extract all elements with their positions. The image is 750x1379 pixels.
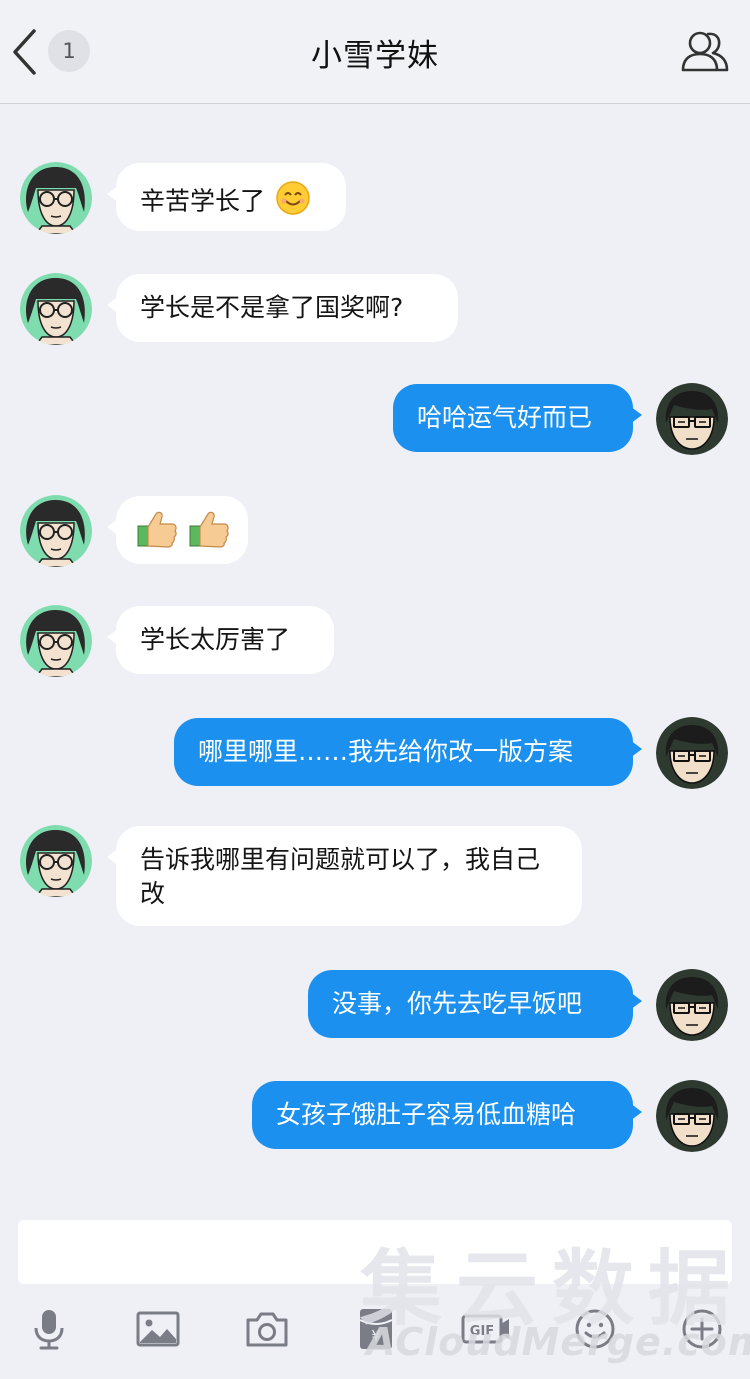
voice-button[interactable] [26,1306,72,1352]
boy-avatar-icon [656,383,728,455]
contact-avatar[interactable] [20,605,92,677]
microphone-icon [34,1310,64,1350]
message-text: 哈哈运气好而已 [417,403,593,432]
girl-avatar-icon [20,495,92,567]
contact-avatar[interactable] [20,495,92,567]
girl-avatar-icon [20,605,92,677]
smiling-face-emoji-icon [275,180,311,225]
camera-button[interactable] [244,1306,290,1352]
message-bubble-incoming[interactable] [107,496,248,564]
message-input[interactable] [18,1220,732,1284]
people-icon [681,31,729,72]
boy-avatar-icon [656,969,728,1041]
own-avatar[interactable] [656,717,728,789]
message-bubble-outgoing[interactable]: 哈哈运气好而已 [393,384,642,452]
own-avatar[interactable] [656,383,728,455]
message-bubble-outgoing[interactable]: 哪里哪里……我先给你改一版方案 [174,718,642,786]
thumbs-up-emoji-icon [136,510,178,557]
camera-icon [246,1312,288,1347]
contact-avatar[interactable] [20,162,92,234]
message-text: 没事，你先去吃早饭吧 [332,989,583,1018]
message-bubble-incoming[interactable]: 告诉我哪里有问题就可以了，我自己改 [107,826,582,926]
contact-avatar[interactable] [20,825,92,897]
own-avatar[interactable] [656,1080,728,1152]
more-button[interactable] [679,1306,725,1352]
plus-icon [682,1309,722,1349]
photo-button[interactable] [135,1306,181,1352]
page-title: 小雪学妹 [311,38,439,74]
svg-text:GIF: GIF [470,1324,494,1339]
group-profile-button[interactable] [680,28,730,74]
message-bubble-incoming[interactable]: 学长是不是拿了国奖啊? [107,274,458,342]
message-text: 辛苦学长了 [140,186,266,216]
svg-text:¥: ¥ [371,1327,381,1345]
chat-header: 1 小雪学妹 [0,0,750,104]
emoji-button[interactable] [572,1306,618,1352]
girl-avatar-icon [20,273,92,345]
message-bubble-outgoing[interactable]: 没事，你先去吃早饭吧 [308,970,642,1038]
message-text: 告诉我哪里有问题就可以了，我自己改 [140,845,541,908]
message-bubble-outgoing[interactable]: 女孩子饿肚子容易低血糖哈 [252,1081,642,1149]
girl-avatar-icon [20,162,92,234]
red-packet-icon: ¥ [359,1309,393,1349]
emoji-icon [575,1309,615,1349]
thumbs-up-emoji-icon [188,510,230,557]
message-text: 哪里哪里……我先给你改一版方案 [198,737,574,766]
message-bubble-incoming[interactable]: 学长太厉害了 [107,606,334,674]
boy-avatar-icon [656,717,728,789]
message-text: 学长太厉害了 [140,625,291,654]
girl-avatar-icon [20,825,92,897]
gif-button[interactable]: GIF [460,1306,512,1352]
message-text: 女孩子饿肚子容易低血糖哈 [276,1100,577,1129]
message-text: 学长是不是拿了国奖啊? [140,293,404,322]
own-avatar[interactable] [656,969,728,1041]
red-packet-button[interactable]: ¥ [353,1306,399,1352]
contact-avatar[interactable] [20,273,92,345]
boy-avatar-icon [656,1080,728,1152]
gif-icon: GIF [461,1314,509,1344]
message-bubble-incoming[interactable]: 辛苦学长了 [107,163,346,231]
image-icon [136,1311,180,1347]
